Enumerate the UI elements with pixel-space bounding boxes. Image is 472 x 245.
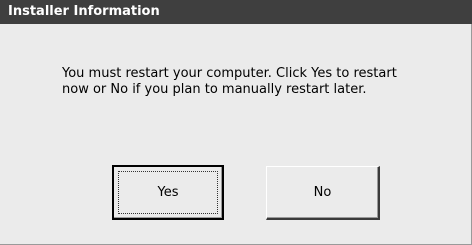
window-title: Installer Information <box>8 4 160 19</box>
title-bar[interactable]: Installer Information <box>0 0 472 24</box>
no-button[interactable]: No <box>266 166 380 220</box>
message-line-1: You must restart your computer. Click Ye… <box>62 66 397 81</box>
installer-dialog: Installer Information You must restart y… <box>0 0 472 245</box>
restart-message: You must restart your computer. Click Ye… <box>62 66 442 98</box>
yes-button-label: Yes <box>157 184 179 200</box>
message-line-2: now or No if you plan to manually restar… <box>62 82 367 97</box>
no-button-label: No <box>313 184 332 200</box>
yes-button[interactable]: Yes <box>112 165 224 220</box>
